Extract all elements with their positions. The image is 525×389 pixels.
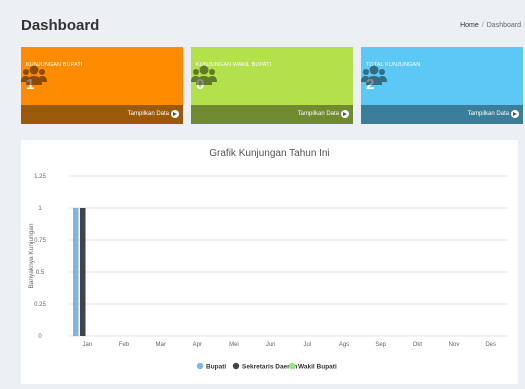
footer-text: Tampilkan Data [127, 111, 169, 117]
legend-marker [232, 362, 240, 370]
breadcrumb-current: Dashboard [486, 22, 521, 29]
bar-bupati [73, 208, 79, 336]
card-footer-link[interactable]: Tampilkan Data [191, 105, 353, 124]
x-tick-label: Okt [413, 342, 423, 348]
bar-sekretaris-daerah [80, 208, 86, 336]
card-total-kunjungan: TOTAL KUNJUNGAN 2 Tampilkan Data [361, 47, 523, 124]
card-kunjungan-wakil-bupati: KUNJUNGAN WAKIL BUPATI 0 Tampilkan Data [191, 47, 353, 124]
content-header: Dashboard Home / Dashboard [0, 0, 525, 44]
legend-marker [288, 362, 296, 370]
chart-panel: Grafik Kunjungan Tahun Ini 0 0.25 0.5 0.75 1… [21, 140, 518, 384]
card-footer-link[interactable]: Tampilkan Data [361, 105, 523, 124]
arrow-circle-right-icon [511, 110, 519, 118]
card-body: KUNJUNGAN WAKIL BUPATI 0 [191, 47, 353, 105]
users-icon [191, 65, 217, 85]
chart-svg: 0 0.25 0.5 0.75 1 1.25 Banyaknya Kunjungan Jan F… [28, 174, 509, 371]
footer-text: Tampilkan Data [297, 111, 339, 117]
users-icon [361, 65, 387, 85]
breadcrumb-home-link[interactable]: Home [460, 22, 479, 29]
x-tick-label: Sep [375, 342, 386, 348]
y-tick-label: 1 [38, 206, 42, 212]
users-icon [21, 65, 47, 85]
card-kunjungan-bupati: KUNJUNGAN BUPATI 1 Tampilkan Data [21, 47, 183, 124]
x-tick-label: Jan [82, 342, 92, 348]
legend-marker [196, 362, 204, 370]
breadcrumb: Home / Dashboard [460, 22, 521, 29]
x-tick-label: Feb [119, 342, 130, 348]
x-tick-label: Nov [449, 342, 460, 348]
card-body: TOTAL KUNJUNGAN 2 [361, 47, 523, 105]
x-tick-label: Jun [266, 342, 276, 348]
legend-label: Bupati [206, 364, 226, 371]
y-tick-label: 0.25 [34, 302, 46, 308]
x-tick-label: Ags [339, 342, 349, 348]
x-tick-label: Des [485, 342, 496, 348]
footer-text: Tampilkan Data [467, 111, 509, 117]
arrow-circle-right-icon [341, 110, 349, 118]
page-title: Dashboard [21, 17, 100, 34]
y-tick-label: 0.5 [36, 270, 45, 276]
x-tick-label: Jul [303, 342, 311, 348]
card-body: KUNJUNGAN BUPATI 1 [21, 47, 183, 105]
arrow-circle-right-icon [171, 110, 179, 118]
x-tick-label: Mei [229, 342, 239, 348]
y-tick-label: 0.75 [34, 238, 46, 244]
y-axis-label: Banyaknya Kunjungan [28, 223, 35, 288]
card-footer-link[interactable]: Tampilkan Data [21, 105, 183, 124]
breadcrumb-separator: / [481, 22, 484, 29]
x-tick-label: Mar [155, 342, 165, 348]
legend-label: Wakil Bupati [298, 364, 337, 371]
y-tick-label: 0 [38, 334, 42, 340]
x-tick-label: Apr [193, 342, 202, 348]
y-tick-label: 1.25 [34, 174, 46, 180]
